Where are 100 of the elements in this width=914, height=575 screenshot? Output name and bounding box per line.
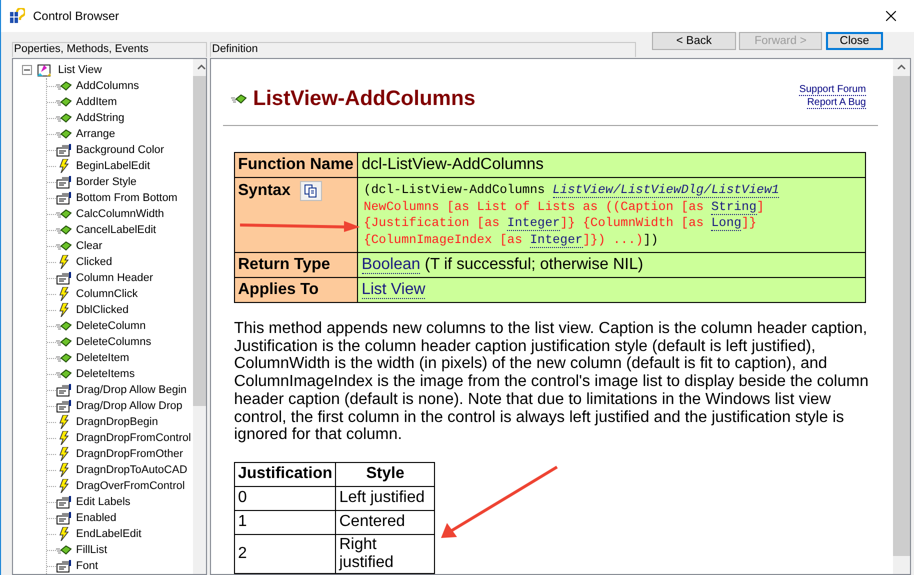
form-icon — [56, 176, 72, 188]
tree-item[interactable]: DragnDropFromOther — [74, 448, 185, 460]
panel-label: Poperties, Methods, Events — [12, 42, 207, 57]
type-link[interactable]: String — [711, 200, 757, 214]
lightning-icon — [58, 159, 70, 173]
row-label: Applies To — [238, 281, 319, 298]
nav-button[interactable]: < Back — [652, 32, 736, 50]
row-label: Syntax — [238, 182, 290, 200]
leaf-icon — [56, 225, 72, 235]
form-icon — [56, 192, 72, 204]
tree-item[interactable]: AddItem — [74, 96, 119, 108]
nav-button[interactable]: Close — [826, 32, 883, 50]
tree-item[interactable]: DeleteColumns — [74, 336, 154, 348]
form-icon — [56, 496, 72, 508]
leaf-icon — [231, 94, 247, 104]
leaf-icon — [56, 97, 72, 107]
lightning-icon — [58, 463, 70, 477]
lightning-icon — [58, 303, 70, 317]
form-icon — [56, 384, 72, 396]
tree-item[interactable]: DragnDropFromControl — [74, 432, 193, 444]
leaf-icon — [56, 129, 72, 139]
row-label: Function Name — [238, 156, 354, 173]
tree-item[interactable]: Edit Labels — [74, 496, 132, 508]
window-title: Control Browser — [33, 9, 120, 23]
tree-item[interactable]: Column Header — [74, 272, 156, 284]
syntax-code: (dcl-ListView-AddColumns ListView/ListViewDlg/ListView1 NewColumns [as List of Lists as ((Caption [as String] {Justification [as Integer]} {ColumnWidth [as Long]} {ColumnImageIndex [as Integer]}) ...)]) — [362, 182, 780, 249]
lightning-icon — [58, 479, 70, 493]
table-cell: Right justified — [336, 534, 435, 574]
tree-item[interactable]: DeleteItem — [74, 352, 132, 364]
type-link[interactable]: List View — [362, 281, 426, 299]
tree-item[interactable]: DragnDropBegin — [74, 416, 160, 428]
scrollbar[interactable] — [192, 59, 206, 574]
tree-item[interactable]: DragOverFromControl — [74, 480, 187, 492]
table-cell: 0 — [234, 486, 336, 510]
table-cell: Centered — [336, 510, 435, 534]
lightning-icon — [58, 287, 70, 301]
tree-item[interactable]: AddColumns — [74, 80, 141, 92]
leaf-icon — [56, 321, 72, 331]
help-link[interactable]: Report A Bug — [807, 97, 866, 109]
lightning-icon — [58, 431, 70, 445]
help-link[interactable]: Support Forum — [799, 84, 866, 96]
tree-item[interactable]: Border Style — [74, 176, 139, 188]
tree-item[interactable]: FillList — [74, 544, 110, 556]
type-link[interactable]: Boolean — [362, 256, 420, 274]
tree-item[interactable]: List View — [56, 64, 104, 76]
type-link[interactable]: ListView/ListViewDlg/ListView1 — [552, 183, 780, 198]
minus-icon — [24, 67, 30, 73]
tree-item[interactable]: AddString — [74, 112, 126, 124]
tree-item[interactable]: Bottom From Bottom — [74, 192, 180, 204]
row-label: Return Type — [238, 256, 330, 273]
app-icon — [9, 8, 25, 24]
collapse-toggle[interactable] — [22, 65, 32, 75]
form-icon — [56, 512, 72, 524]
return-note: (T if successful; otherwise NIL) — [424, 256, 644, 273]
tree-item[interactable]: Font — [74, 560, 100, 572]
tree-item[interactable]: DblClicked — [74, 304, 131, 316]
type-link[interactable]: Integer — [530, 232, 583, 248]
tree-item[interactable]: Clicked — [74, 256, 114, 268]
leaf-icon — [56, 545, 72, 555]
leaf-icon — [56, 113, 72, 123]
tree-item[interactable]: EndLabelEdit — [74, 528, 144, 540]
leaf-icon — [56, 209, 72, 219]
table-cell: 2 — [234, 534, 336, 574]
leaf-icon — [56, 353, 72, 363]
table-cell: 1 — [234, 510, 336, 534]
type-link[interactable]: Integer — [507, 216, 560, 231]
tree-item[interactable]: Background Color — [74, 144, 166, 156]
lightning-icon — [58, 447, 70, 461]
leaf-icon — [56, 369, 72, 379]
scrollbar[interactable] — [893, 59, 910, 574]
tree-item[interactable]: DeleteItems — [74, 368, 137, 380]
column-header: Justification — [234, 462, 336, 486]
tree-item[interactable]: Enabled — [74, 512, 118, 524]
form-icon — [56, 272, 72, 284]
tree-item[interactable]: ColumnClick — [74, 288, 140, 300]
tree-item[interactable]: Drag/Drop Allow Begin — [74, 384, 189, 396]
copy-button[interactable] — [300, 181, 322, 201]
close-icon — [886, 11, 896, 21]
type-link[interactable]: Long — [711, 216, 742, 231]
tree-item[interactable]: CalcColumnWidth — [74, 208, 166, 220]
form-icon — [56, 400, 72, 412]
tree-item[interactable]: Arrange — [74, 128, 118, 140]
panel-label: Definition — [210, 42, 636, 57]
leaf-icon — [56, 337, 72, 347]
tree-item[interactable]: CancelLabelEdit — [74, 224, 158, 236]
tree-item[interactable]: Clear — [74, 240, 104, 252]
form-icon — [56, 144, 72, 156]
lightning-icon — [58, 527, 70, 541]
tree-item[interactable]: BeginLabelEdit — [74, 160, 152, 172]
tree-item[interactable]: Drag/Drop Allow Drop — [74, 400, 184, 412]
tree-item[interactable]: DragnDropToAutoCAD — [74, 464, 190, 476]
leaf-icon — [56, 81, 72, 91]
copy-icon — [304, 184, 318, 198]
lightning-icon — [58, 255, 70, 269]
page-title: ListView-AddColumns — [253, 87, 476, 111]
column-header: Style — [336, 462, 435, 486]
tree-item[interactable]: DeleteColumn — [74, 320, 148, 332]
function-name: dcl-ListView-AddColumns — [362, 156, 544, 173]
lightning-icon — [58, 415, 70, 429]
leaf-icon — [56, 241, 72, 251]
